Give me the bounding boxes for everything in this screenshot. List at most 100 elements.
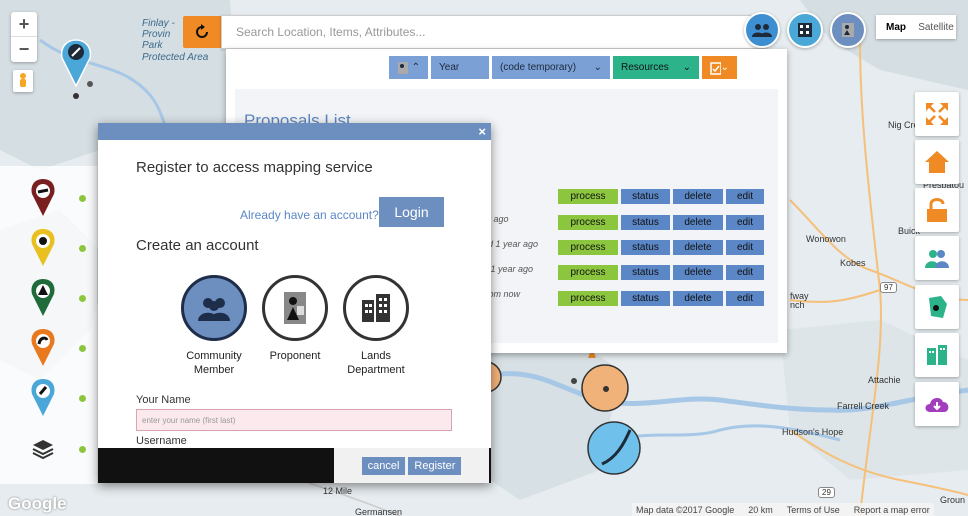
process-button[interactable]: process	[558, 240, 618, 255]
year-dropdown[interactable]: Year	[431, 56, 489, 79]
home-icon	[925, 151, 949, 173]
map-type-satellite-button[interactable]: Satellite	[916, 15, 956, 39]
role-ring	[262, 275, 328, 341]
delete-button[interactable]: delete	[673, 240, 723, 255]
process-button[interactable]: process	[558, 189, 618, 204]
lands-filter-button[interactable]	[787, 12, 823, 48]
delete-button[interactable]: delete	[673, 291, 723, 306]
edit-button[interactable]: edit	[726, 189, 764, 204]
process-button[interactable]: process	[558, 291, 618, 306]
table-row: process status delete edit	[558, 215, 764, 230]
role-label: Lands Department	[347, 350, 405, 376]
delete-button[interactable]: delete	[673, 189, 723, 204]
map-type-control: Map Satellite	[876, 15, 956, 39]
map-data-credit: Map data ©2017 Google	[636, 504, 735, 515]
already-have-account-link[interactable]: Already have an account?	[240, 208, 379, 222]
edit-button[interactable]: edit	[726, 265, 764, 280]
layer-toggle-cultural[interactable]	[0, 224, 97, 270]
building-icon	[798, 23, 812, 37]
proponent-dropdown[interactable]: ⌃	[389, 56, 428, 79]
resources-dropdown-label: Resources	[621, 62, 669, 73]
street-view-pegman-icon[interactable]	[13, 70, 33, 92]
zoom-out-button[interactable]: −	[11, 37, 37, 62]
layer-toggle-wildlife[interactable]	[0, 324, 97, 370]
role-ring	[343, 275, 409, 341]
home-button[interactable]	[915, 140, 959, 184]
water-marker-icon	[31, 379, 55, 416]
status-button[interactable]: status	[621, 215, 670, 230]
chevron-down-icon: ⌄	[593, 62, 602, 73]
delete-button[interactable]: delete	[673, 265, 723, 280]
recreation-marker-icon	[31, 179, 55, 216]
status-button[interactable]: status	[621, 240, 670, 255]
login-button[interactable]: Login	[379, 197, 444, 227]
clipboard-dropdown[interactable]: ⌄	[702, 56, 737, 79]
role-community-member[interactable]: Community Member	[171, 275, 257, 377]
proposal-time: ed 1 year ago	[483, 239, 539, 249]
process-button[interactable]: process	[558, 265, 618, 280]
zoom-in-button[interactable]: +	[11, 12, 37, 37]
cloud-download-button[interactable]	[915, 382, 959, 426]
place-label-farrell-creek: Farrell Creek	[837, 401, 890, 411]
clipboard-icon	[710, 61, 721, 75]
edit-button[interactable]: edit	[726, 240, 764, 255]
status-button[interactable]: status	[621, 291, 670, 306]
proponent-icon	[842, 23, 854, 37]
status-button[interactable]: status	[621, 265, 670, 280]
layer-toggle-water[interactable]	[0, 374, 97, 420]
map-pin-tool-button[interactable]	[915, 285, 959, 329]
community-icon	[752, 24, 772, 37]
table-row: process status delete edit	[558, 291, 764, 306]
role-label: Community Member	[186, 350, 242, 376]
zoom-control: + −	[11, 12, 37, 62]
modal-footer: cancel Register	[98, 448, 491, 483]
fullscreen-icon	[926, 103, 948, 125]
google-logo: Google	[8, 494, 67, 513]
role-ring	[181, 275, 247, 341]
proponent-icon	[398, 61, 408, 74]
place-label-ground: Groun	[940, 495, 966, 505]
highway-29-shield: 29	[818, 487, 835, 498]
proponent-filter-button[interactable]	[830, 12, 866, 48]
cancel-button[interactable]: cancel	[361, 456, 406, 475]
refresh-button[interactable]	[183, 16, 221, 48]
table-row: process status delete edit	[558, 265, 764, 280]
role-proponent[interactable]: Proponent	[252, 275, 338, 363]
report-error-link[interactable]: Report a map error	[854, 505, 930, 515]
chevron-down-icon: ⌄	[720, 62, 729, 73]
process-button[interactable]: process	[558, 215, 618, 230]
community-icon	[925, 250, 949, 268]
edit-button[interactable]: edit	[726, 215, 764, 230]
place-label-kobes: Kobes	[840, 258, 866, 268]
resources-dropdown[interactable]: Resources ⌄	[613, 56, 699, 79]
layer-toggle-forestry[interactable]	[0, 274, 97, 320]
map-scale[interactable]: 20 km	[748, 505, 773, 515]
lock-icon	[927, 198, 947, 222]
your-name-input[interactable]: enter your name (first last)	[136, 409, 452, 431]
modal-actions: cancel Register	[334, 448, 489, 483]
building-icon	[927, 345, 947, 365]
terms-link[interactable]: Terms of Use	[787, 505, 840, 515]
lock-button[interactable]	[915, 188, 959, 232]
search-input[interactable]: Search Location, Items, Attributes...	[221, 15, 766, 49]
community-filter-button[interactable]	[744, 12, 780, 48]
edit-button[interactable]: edit	[726, 291, 764, 306]
layer-toggle-recreation[interactable]	[0, 174, 97, 220]
delete-button[interactable]: delete	[673, 215, 723, 230]
role-lands-department[interactable]: Lands Department	[333, 275, 419, 377]
layer-toggle-all[interactable]	[0, 432, 97, 478]
modal-header: ×	[98, 123, 491, 140]
map-type-map-button[interactable]: Map	[876, 15, 916, 39]
place-label-12-mile: 12 Mile	[323, 486, 353, 496]
buildings-tool-button[interactable]	[915, 333, 959, 377]
map-pin-marker[interactable]	[60, 38, 100, 100]
register-button[interactable]: Register	[408, 456, 462, 475]
fullscreen-button[interactable]	[915, 92, 959, 136]
community-tool-button[interactable]	[915, 236, 959, 280]
cloud-download-icon	[925, 398, 949, 412]
place-label-attachie: Attachie	[868, 375, 901, 385]
status-button[interactable]: status	[621, 189, 670, 204]
code-dropdown[interactable]: (code temporary) ⌄	[492, 56, 610, 79]
park-label-protected: Protected Area	[142, 52, 209, 63]
close-icon[interactable]: ×	[478, 124, 486, 139]
